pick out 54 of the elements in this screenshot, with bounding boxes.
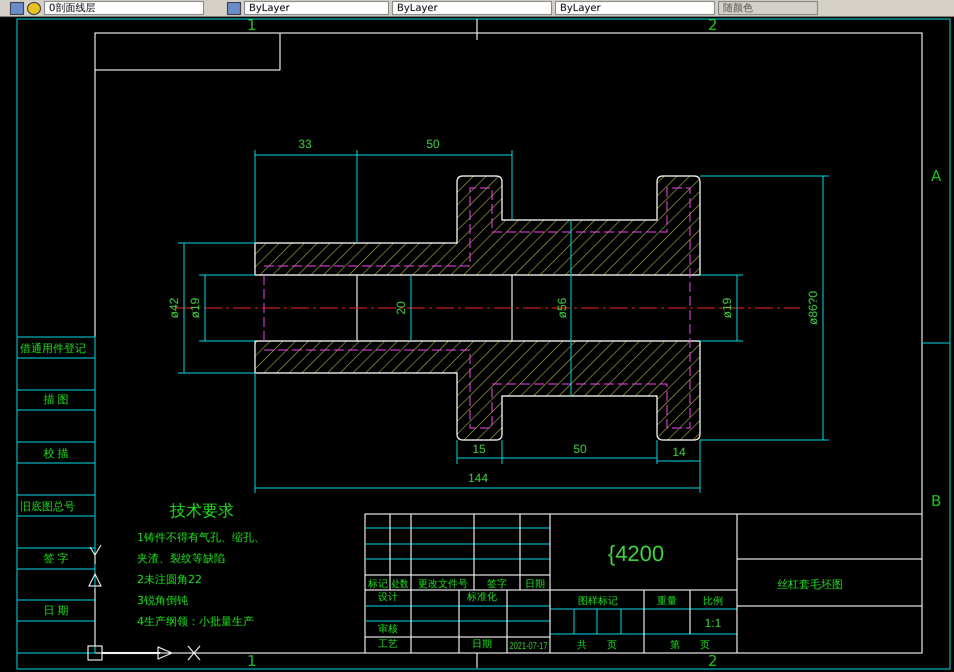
dimension-text: ø86?0 bbox=[806, 290, 820, 326]
table-header: 图样标记 bbox=[578, 596, 618, 607]
dimension-text: ø19 bbox=[188, 298, 202, 318]
part-number: {4200 bbox=[608, 541, 664, 566]
dimension-text: 144 bbox=[468, 471, 488, 485]
zone-letter: B bbox=[931, 492, 942, 510]
dimension-text: ø42 bbox=[167, 298, 181, 318]
dimension-text: 15 bbox=[472, 442, 486, 456]
requirement-text: 4生产纲领：小批量生产 bbox=[137, 615, 254, 628]
zone-number: 1 bbox=[247, 652, 257, 670]
table-label: 日期 bbox=[472, 639, 492, 650]
table-header: 标记 bbox=[368, 579, 388, 590]
dimension-text: 50 bbox=[573, 442, 587, 456]
drawing-name: 丝杠套毛坯图 bbox=[777, 578, 843, 591]
table-label: 审核 bbox=[378, 624, 398, 635]
table-header: 重量 bbox=[657, 596, 677, 607]
bylayer-dropdown[interactable]: ByLayer bbox=[555, 1, 715, 15]
left-column-label: 借通用件登记 bbox=[20, 342, 86, 355]
requirement-text: 1铸件不得有气孔、缩孔、 bbox=[137, 531, 265, 544]
scale-value: 1:1 bbox=[704, 616, 722, 630]
dimension-text: 14 bbox=[672, 445, 686, 459]
zone-number: 1 bbox=[247, 17, 257, 34]
table-label: 设计 bbox=[378, 592, 398, 603]
date-text: 2021-07-17 bbox=[510, 641, 561, 652]
zone-letter: A bbox=[931, 167, 942, 185]
dimension-text: ø56 bbox=[555, 298, 569, 318]
requirement-text: 夹渣、裂纹等缺陷 bbox=[137, 552, 225, 565]
sheet-label: 共 页 bbox=[577, 640, 617, 651]
plot-style-dropdown[interactable]: 随颜色 bbox=[718, 1, 818, 15]
table-label: 标准化 bbox=[467, 592, 497, 603]
table-header: 比例 bbox=[703, 596, 723, 607]
dimension-text: ø19 bbox=[720, 298, 734, 318]
left-column-label: 旧底图总号 bbox=[20, 500, 75, 513]
zone-number: 2 bbox=[708, 17, 718, 34]
requirement-text: 3锐角倒钝 bbox=[137, 594, 188, 607]
bylayer-dropdown[interactable]: ByLayer bbox=[392, 1, 552, 15]
layer-dropdown[interactable]: 0剖面线层 bbox=[44, 1, 204, 15]
dimension-text: 33 bbox=[298, 137, 312, 151]
table-header: 处数 bbox=[392, 579, 412, 590]
dimension-text: 20 bbox=[394, 301, 408, 315]
table-header: 日期 bbox=[525, 579, 545, 590]
requirement-text: 2未注圆角22 bbox=[137, 573, 202, 586]
bylayer-dropdown[interactable]: ByLayer bbox=[244, 1, 389, 15]
table-header: 更改文件号 bbox=[418, 579, 468, 590]
sheet-label: 第 页 bbox=[670, 640, 710, 651]
zone-number: 2 bbox=[708, 652, 718, 670]
table-label: 工艺 bbox=[378, 639, 398, 650]
left-column-label: 校 描 bbox=[43, 447, 69, 460]
left-column-label: 日 期 bbox=[43, 604, 69, 617]
left-column-label: 签 字 bbox=[43, 552, 69, 565]
requirements-title: 技术要求 bbox=[170, 501, 234, 520]
dimension-text: 50 bbox=[426, 137, 440, 151]
table-header: 签字 bbox=[487, 579, 507, 590]
left-column-label: 描 图 bbox=[43, 393, 69, 406]
